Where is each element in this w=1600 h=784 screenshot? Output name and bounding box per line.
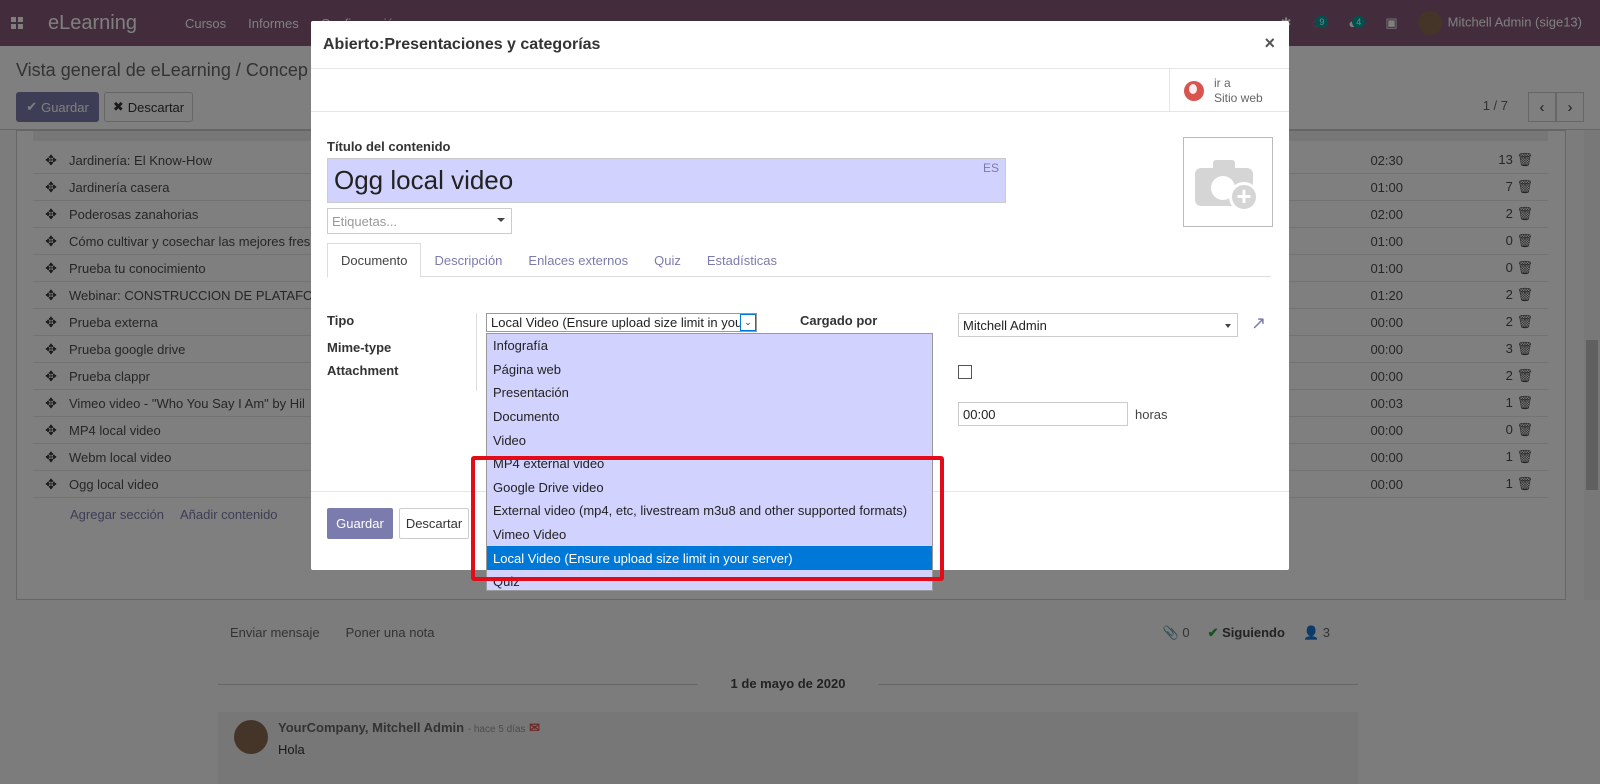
option-video[interactable]: Video bbox=[487, 428, 932, 452]
external-link-icon[interactable]: ↗ bbox=[1251, 313, 1271, 333]
annotation-highlight-box bbox=[471, 456, 944, 581]
caret-down-icon bbox=[1225, 324, 1231, 328]
go-to-website-button[interactable]: ir a Sitio web bbox=[1169, 69, 1289, 112]
dialog-header: Abierto:Presentaciones y categorías bbox=[311, 21, 1289, 69]
tipo-label: Tipo bbox=[327, 313, 355, 328]
duration-unit: horas bbox=[1135, 407, 1168, 422]
tab-descripcion[interactable]: Descripción bbox=[421, 243, 515, 277]
tags-input[interactable]: Etiquetas... bbox=[327, 208, 512, 234]
website-button-line1: ir a bbox=[1214, 75, 1231, 90]
duration-value: 00:00 bbox=[963, 406, 996, 422]
dialog: Abierto:Presentaciones y categorías × ir… bbox=[311, 21, 1289, 591]
tipo-select-value: Local Video (Ensure upload size limit in… bbox=[491, 315, 743, 330]
uploaded-by-value: Mitchell Admin bbox=[963, 317, 1047, 333]
translate-lang-button[interactable]: ES bbox=[983, 161, 999, 175]
globe-icon bbox=[1184, 80, 1204, 101]
content-title-input[interactable]: Ogg local video ES bbox=[327, 158, 1006, 203]
dialog-title: Abierto:Presentaciones y categorías bbox=[323, 35, 601, 53]
option-infografia[interactable]: Infografía bbox=[487, 334, 932, 358]
option-documento[interactable]: Documento bbox=[487, 405, 932, 429]
tab-documento[interactable]: Documento bbox=[327, 243, 422, 278]
checkbox[interactable] bbox=[958, 365, 972, 379]
caret-down-icon bbox=[497, 218, 505, 222]
tab-estadisticas[interactable]: Estadísticas bbox=[694, 243, 790, 277]
mime-type-label: Mime-type bbox=[327, 340, 392, 355]
field-separator bbox=[476, 313, 477, 391]
uploaded-by-select[interactable]: Mitchell Admin bbox=[958, 313, 1238, 337]
content-title-label: Título del contenido bbox=[327, 139, 451, 154]
notebook-tabs: Documento Descripción Enlaces externos Q… bbox=[327, 243, 1271, 278]
content-title-value: Ogg local video bbox=[334, 165, 514, 195]
tags-placeholder: Etiquetas... bbox=[332, 213, 398, 229]
close-icon[interactable]: × bbox=[1264, 33, 1275, 54]
dialog-save-button[interactable]: Guardar bbox=[327, 508, 393, 539]
attachment-label: Attachment bbox=[327, 363, 399, 378]
image-upload[interactable]: + bbox=[1183, 137, 1273, 227]
duration-input[interactable]: 00:00 bbox=[958, 402, 1128, 426]
chevron-down-icon[interactable]: ⌄ bbox=[740, 314, 756, 331]
website-button-line2: Sitio web bbox=[1214, 90, 1263, 105]
button-box: ir a Sitio web bbox=[311, 69, 1289, 112]
option-pagina-web[interactable]: Página web bbox=[487, 358, 932, 382]
dialog-discard-button[interactable]: Descartar bbox=[399, 508, 469, 539]
camera-plus-icon: + bbox=[1195, 158, 1261, 212]
tab-quiz[interactable]: Quiz bbox=[641, 243, 694, 277]
tab-enlaces-externos[interactable]: Enlaces externos bbox=[515, 243, 641, 277]
option-presentacion[interactable]: Presentación bbox=[487, 381, 932, 405]
tipo-select[interactable]: Local Video (Ensure upload size limit in… bbox=[486, 313, 757, 332]
uploaded-by-label: Cargado por bbox=[800, 313, 878, 328]
